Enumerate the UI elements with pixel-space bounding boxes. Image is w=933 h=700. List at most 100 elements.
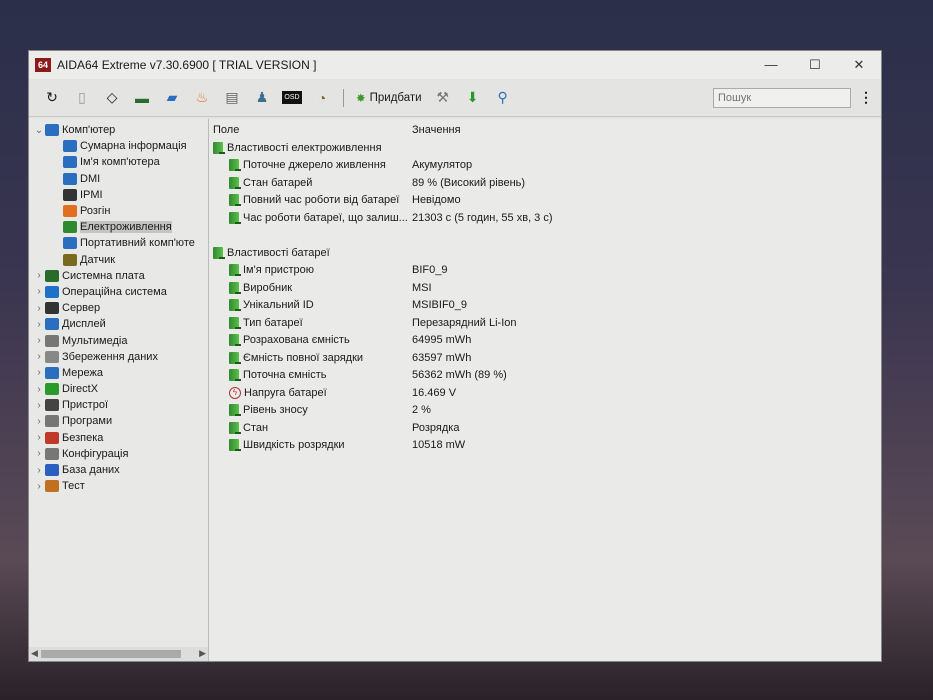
- computer-icon: [63, 156, 77, 169]
- tree-item[interactable]: › Конфігурація: [29, 446, 208, 462]
- chevron-right-icon[interactable]: ›: [33, 303, 45, 314]
- table-row[interactable]: Час роботи батареї, що залиш... 21303 с (…: [209, 209, 881, 227]
- column-value[interactable]: Значення: [412, 124, 461, 136]
- table-row[interactable]: Рівень зносу 2 %: [209, 402, 881, 420]
- memory-icon[interactable]: ▬: [127, 84, 157, 112]
- table-row[interactable]: Стан Розрядка: [209, 419, 881, 437]
- tree-item[interactable]: Датчик: [29, 252, 208, 268]
- tree-item[interactable]: › Мережа: [29, 365, 208, 381]
- minimize-button[interactable]: —: [749, 57, 793, 73]
- tree-item[interactable]: › Збереження даних: [29, 349, 208, 365]
- field-name: Стан батарей: [243, 176, 313, 189]
- tree-item-label: Сумарна інформація: [80, 140, 187, 153]
- cpu-icon[interactable]: ◇: [97, 84, 127, 112]
- gauge-icon[interactable]: ◔: [307, 84, 337, 112]
- chevron-right-icon[interactable]: ›: [33, 335, 45, 346]
- chevron-right-icon[interactable]: ›: [33, 448, 45, 459]
- table-row[interactable]: Розрахована ємність 64995 mWh: [209, 332, 881, 350]
- shield-icon: [45, 431, 59, 444]
- battery-icon: [229, 299, 241, 312]
- tree-item-label: Системна плата: [62, 269, 145, 282]
- window-title: AIDA64 Extreme v7.30.6900 [ TRIAL VERSIO…: [57, 58, 317, 72]
- tree-item[interactable]: › Пристрої: [29, 397, 208, 413]
- tree-item[interactable]: › База даних: [29, 462, 208, 478]
- chevron-right-icon[interactable]: ›: [33, 367, 45, 378]
- table-row[interactable]: Стан батарей 89 % (Високий рівень): [209, 174, 881, 192]
- tree-item[interactable]: DMI: [29, 171, 208, 187]
- tree-item[interactable]: Сумарна інформація: [29, 138, 208, 154]
- field-value: 2 %: [412, 404, 431, 417]
- tree-item[interactable]: Портативний комп'юте: [29, 235, 208, 251]
- tools-icon[interactable]: ⚒: [428, 84, 458, 112]
- chevron-right-icon[interactable]: ›: [33, 286, 45, 297]
- tree-item[interactable]: ⌄ Комп'ютер: [29, 122, 208, 138]
- tree-item[interactable]: › Системна плата: [29, 268, 208, 284]
- table-row[interactable]: Швидкість розрядки 10518 mW: [209, 437, 881, 455]
- field-value: 56362 mWh (89 %): [412, 369, 507, 382]
- chevron-right-icon[interactable]: ›: [33, 384, 45, 395]
- server-icon: [45, 302, 59, 315]
- table-row[interactable]: Поточне джерело живлення Акумулятор: [209, 157, 881, 175]
- tree-item[interactable]: Електроживлення: [29, 219, 208, 235]
- chevron-right-icon[interactable]: ›: [33, 416, 45, 427]
- report-icon[interactable]: ▯: [67, 84, 97, 112]
- table-row[interactable]: Тип батареї Перезарядний Li-Ion: [209, 314, 881, 332]
- tree-item-label: Сервер: [62, 302, 101, 315]
- network-icon[interactable]: ▰: [157, 84, 187, 112]
- table-row[interactable]: Виробник MSI: [209, 279, 881, 297]
- search-input[interactable]: [713, 87, 851, 108]
- chevron-right-icon[interactable]: ›: [33, 270, 45, 281]
- group-header[interactable]: Властивості електроживлення: [209, 139, 881, 157]
- refresh-icon[interactable]: ↻: [37, 84, 67, 112]
- tree-item[interactable]: › Програми: [29, 413, 208, 429]
- field-name: Ім'я пристрою: [243, 264, 314, 277]
- tree-item[interactable]: › Дисплей: [29, 316, 208, 332]
- computer-icon: [63, 172, 77, 185]
- chevron-right-icon[interactable]: ›: [33, 481, 45, 492]
- chevron-right-icon[interactable]: ›: [33, 400, 45, 411]
- flame-icon[interactable]: ♨: [187, 84, 217, 112]
- buy-button[interactable]: ✸ Придбати: [350, 91, 428, 105]
- chevron-right-icon[interactable]: ›: [33, 319, 45, 330]
- table-row[interactable]: Ім'я пристрою BIF0_9: [209, 262, 881, 280]
- tree-item[interactable]: › Сервер: [29, 300, 208, 316]
- table-row[interactable]: Повний час роботи від батареї Невідомо: [209, 192, 881, 210]
- close-button[interactable]: ✕: [837, 57, 881, 73]
- field-value: Акумулятор: [412, 159, 473, 172]
- download-icon[interactable]: ⬇: [458, 84, 488, 112]
- config-icon[interactable]: ▤: [217, 84, 247, 112]
- table-row[interactable]: Ємність повної зарядки 63597 mWh: [209, 349, 881, 367]
- chevron-right-icon[interactable]: ›: [33, 432, 45, 443]
- tree-item[interactable]: › Мультимедіа: [29, 332, 208, 348]
- tree-item[interactable]: Розгін: [29, 203, 208, 219]
- user-icon[interactable]: ♟: [247, 84, 277, 112]
- tree-item[interactable]: › DirectX: [29, 381, 208, 397]
- osd-icon[interactable]: OSD: [277, 84, 307, 112]
- table-row[interactable]: Поточна ємність 56362 mWh (89 %): [209, 367, 881, 385]
- search-icon[interactable]: ⚲: [488, 84, 518, 112]
- table-row[interactable]: ϟ Напруга батареї 16.469 V: [209, 384, 881, 402]
- tree-item-label: Програми: [62, 415, 113, 428]
- maximize-button[interactable]: ☐: [793, 57, 837, 73]
- table-row[interactable]: Унікальний ID MSIBIF0_9: [209, 297, 881, 315]
- tree-horizontal-scrollbar[interactable]: ◀ ▶: [29, 647, 208, 661]
- battery-icon: [229, 176, 241, 189]
- tree-item[interactable]: › Операційна система: [29, 284, 208, 300]
- tree-item[interactable]: IPMI: [29, 187, 208, 203]
- field-name: Тип батареї: [243, 316, 303, 329]
- tree-item[interactable]: › Тест: [29, 478, 208, 494]
- motherboard-icon: [45, 269, 59, 282]
- more-menu-icon[interactable]: ⋮: [851, 89, 881, 106]
- chevron-down-icon[interactable]: ⌄: [33, 125, 45, 136]
- tree-item[interactable]: › Безпека: [29, 430, 208, 446]
- gauge-icon: [63, 253, 77, 266]
- chevron-right-icon[interactable]: ›: [33, 465, 45, 476]
- tree-item[interactable]: Ім'я комп'ютера: [29, 154, 208, 170]
- field-value: Розрядка: [412, 421, 460, 434]
- column-field[interactable]: Поле: [209, 124, 412, 136]
- field-name: Виробник: [243, 281, 293, 294]
- battery-icon: [229, 194, 241, 207]
- group-header[interactable]: Властивості батареї: [209, 244, 881, 262]
- chevron-right-icon[interactable]: ›: [33, 351, 45, 362]
